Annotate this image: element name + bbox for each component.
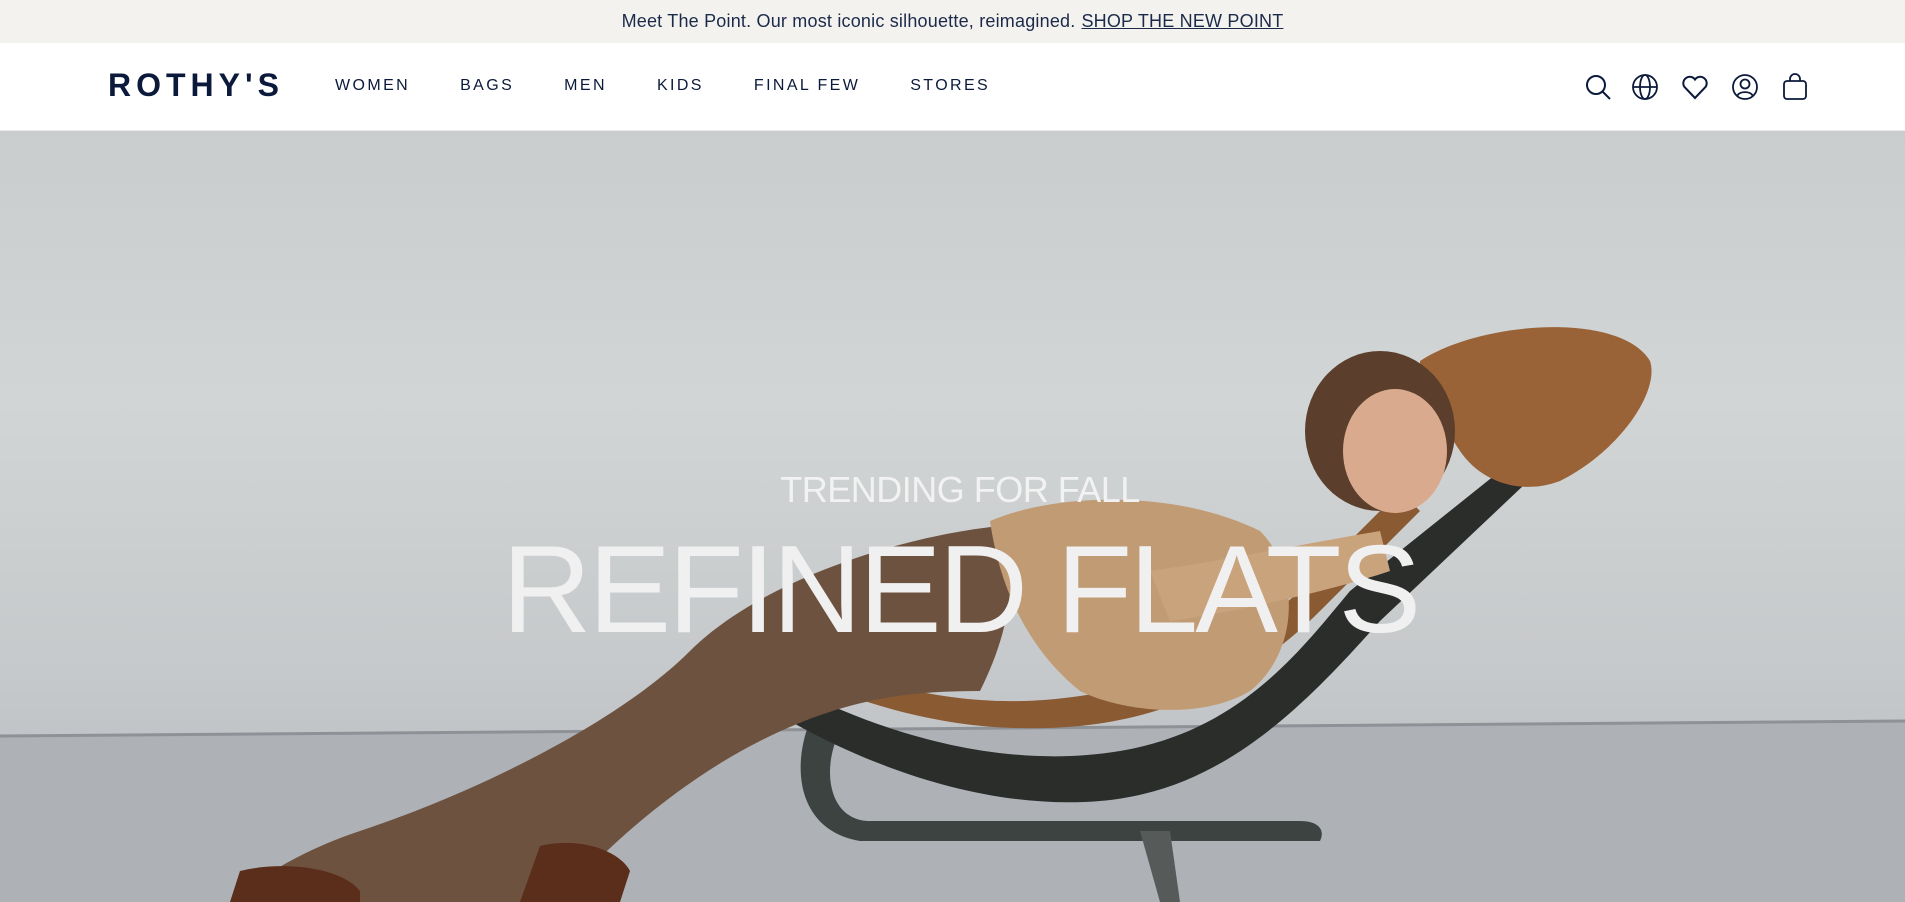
search-icon[interactable] [1583, 72, 1613, 102]
hero-title: REFINED FLATS [501, 521, 1421, 659]
heart-icon[interactable] [1680, 72, 1710, 102]
bag-icon[interactable] [1780, 72, 1810, 102]
announcement-bar: Meet The Point. Our most iconic silhouet… [0, 0, 1905, 43]
account-icon[interactable] [1730, 72, 1760, 102]
site-header: ROTHY'S WOMEN BAGS MEN KIDS FINAL FEW ST… [0, 43, 1905, 131]
header-icons [0, 72, 1905, 104]
globe-icon[interactable] [1630, 72, 1660, 102]
hero-banner[interactable]: TRENDING FOR FALL REFINED FLATS [0, 131, 1905, 902]
hero-kicker: TRENDING FOR FALL [780, 469, 1140, 510]
announcement-text: Meet The Point. Our most iconic silhouet… [621, 11, 1076, 31]
announcement-link[interactable]: SHOP THE NEW POINT [1081, 11, 1283, 32]
